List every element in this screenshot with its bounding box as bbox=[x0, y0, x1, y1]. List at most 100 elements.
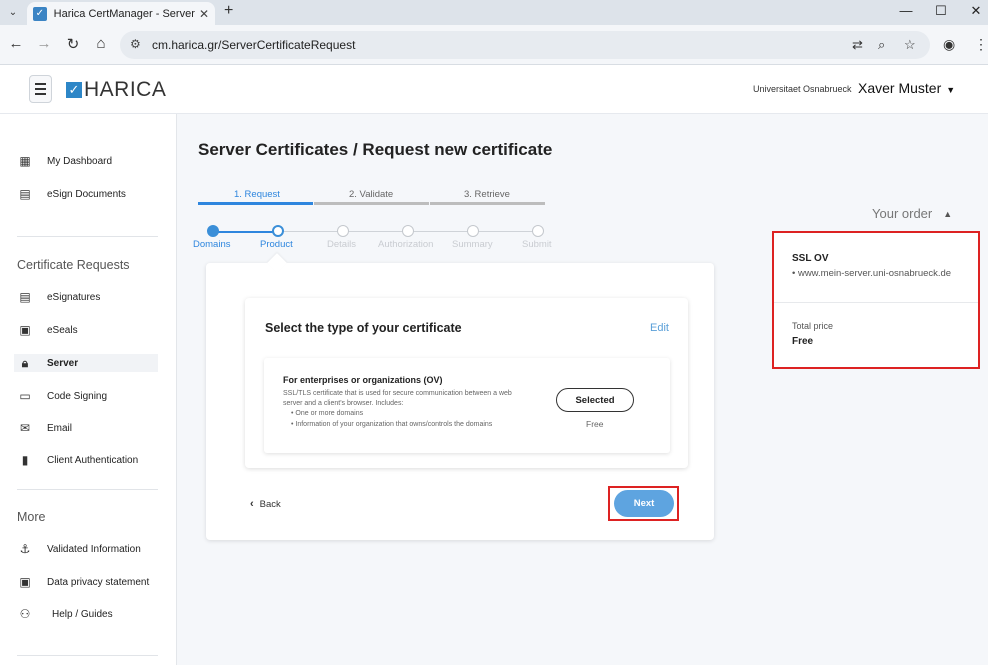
next-button[interactable]: Next bbox=[614, 490, 674, 517]
progress-label-domains[interactable]: Domains bbox=[193, 239, 231, 250]
user-menu[interactable]: Xaver Muster ▼ bbox=[858, 80, 955, 96]
edit-link[interactable]: Edit bbox=[650, 322, 669, 334]
section-title-requests: Certificate Requests bbox=[17, 258, 130, 272]
sidebar-item-label: eSeals bbox=[47, 324, 78, 336]
help-icon: ⚇ bbox=[19, 607, 31, 621]
sidebar-divider bbox=[17, 236, 158, 237]
window-close-icon[interactable]: ✕ bbox=[966, 3, 986, 19]
sidebar-item-server[interactable]: 🔒︎ Server bbox=[14, 354, 158, 372]
sidebar-item-label: Client Authentication bbox=[47, 454, 139, 466]
total-price-label: Total price bbox=[792, 321, 834, 331]
organization-name: Universitaet Osnabrueck bbox=[753, 84, 852, 94]
zoom-icon[interactable]: ⌕ bbox=[878, 37, 885, 53]
progress-dot-submit bbox=[532, 225, 544, 237]
card-title: Select the type of your certificate bbox=[265, 321, 462, 335]
sidebar-item-esign[interactable]: ▤ eSign Documents bbox=[18, 185, 126, 203]
tab-title: Harica CertManager - Server Ce bbox=[53, 7, 195, 20]
dashboard-icon: ▦ bbox=[19, 154, 31, 168]
logo-text: HARICA bbox=[84, 78, 167, 101]
sidebar-item-label: Data privacy statement bbox=[47, 576, 150, 588]
back-button[interactable]: ‹ Back bbox=[250, 498, 281, 510]
progress-dot-summary bbox=[467, 225, 479, 237]
privacy-icon: ▣ bbox=[19, 575, 31, 589]
sidebar-item-label: Server bbox=[47, 357, 79, 369]
progress-label-authorization: Authorization bbox=[378, 239, 434, 250]
sidebar-item-client-auth[interactable]: ▮ Client Authentication bbox=[18, 451, 138, 469]
logo-check-icon: ✓ bbox=[66, 82, 82, 98]
browser-tab-bar: ⌄ ✓ Harica CertManager - Server Ce ✕ + —… bbox=[0, 0, 988, 25]
sidebar-item-privacy[interactable]: ▣ Data privacy statement bbox=[18, 573, 149, 591]
option-price: Free bbox=[586, 419, 604, 429]
site-settings-icon[interactable]: ⚙ bbox=[130, 37, 141, 51]
tab-close-icon[interactable]: ✕ bbox=[199, 7, 209, 21]
harica-logo[interactable]: ✓ HARICA bbox=[66, 78, 166, 102]
sidebar-item-validated-info[interactable]: ⚓︎ Validated Information bbox=[18, 540, 141, 558]
reload-icon[interactable]: ↻ bbox=[63, 35, 83, 53]
sidebar-item-dashboard[interactable]: ▦ My Dashboard bbox=[18, 152, 112, 170]
maximize-icon[interactable]: ☐ bbox=[931, 3, 951, 19]
code-icon: ▭ bbox=[19, 389, 31, 403]
progress-line-done bbox=[213, 231, 279, 233]
profile-icon[interactable]: ◉ bbox=[943, 36, 955, 53]
sidebar-item-help[interactable]: ⚇ Help / Guides bbox=[18, 605, 113, 623]
selected-button[interactable]: Selected bbox=[556, 388, 634, 412]
tab-list-icon[interactable]: ⌄ bbox=[4, 3, 22, 21]
hamburger-menu-icon[interactable] bbox=[29, 75, 52, 103]
option-bullet: • One or more domains bbox=[291, 410, 364, 417]
sidebar-item-esignatures[interactable]: ▤ eSignatures bbox=[18, 288, 100, 306]
sidebar-item-code-signing[interactable]: ▭ Code Signing bbox=[18, 387, 107, 405]
address-bar-row: ← → ↻ ⌂ ⚙ cm.harica.gr/ServerCertificate… bbox=[0, 25, 988, 65]
progress-label-details: Details bbox=[327, 239, 357, 250]
progress-label-product[interactable]: Product bbox=[260, 239, 293, 250]
step-bar-active bbox=[198, 202, 313, 205]
sidebar-item-eseals[interactable]: ▣ eSeals bbox=[18, 321, 78, 339]
step-bar bbox=[314, 202, 429, 205]
step-validate[interactable]: 2. Validate bbox=[349, 189, 393, 200]
back-arrow-icon[interactable]: ← bbox=[6, 35, 26, 52]
browser-menu-icon[interactable]: ⋮ bbox=[974, 36, 988, 53]
anchor-icon: ⚓︎ bbox=[19, 542, 31, 556]
app-header: ✓ HARICA Universitaet Osnabrueck Xaver M… bbox=[0, 65, 988, 114]
home-icon[interactable]: ⌂ bbox=[91, 35, 111, 52]
progress-dot-domains[interactable] bbox=[207, 225, 219, 237]
omnibox[interactable]: ⚙ cm.harica.gr/ServerCertificateRequest … bbox=[120, 31, 930, 59]
order-divider bbox=[774, 302, 978, 303]
progress-dot-product[interactable] bbox=[272, 225, 284, 237]
forward-arrow-icon[interactable]: → bbox=[34, 35, 54, 52]
sidebar-item-label: eSign Documents bbox=[47, 188, 126, 200]
order-product: SSL OV bbox=[792, 253, 829, 264]
sidebar-item-label: Code Signing bbox=[47, 390, 108, 402]
sidebar-divider bbox=[17, 489, 158, 490]
url-text[interactable]: cm.harica.gr/ServerCertificateRequest bbox=[152, 38, 355, 52]
step-tabs: 1. Request 2. Validate 3. Retrieve bbox=[198, 187, 545, 205]
page-title: Server Certificates / Request new certif… bbox=[198, 140, 553, 159]
total-price-value: Free bbox=[792, 336, 814, 347]
esignature-icon: ▤ bbox=[19, 290, 31, 304]
sidebar-item-label: Email bbox=[47, 422, 73, 434]
chevron-left-icon: ‹ bbox=[250, 498, 254, 510]
step-request[interactable]: 1. Request bbox=[234, 189, 280, 200]
sidebar-item-label: eSignatures bbox=[47, 291, 101, 303]
option-title: For enterprises or organizations (OV) bbox=[283, 375, 443, 385]
chevron-up-icon: ▲ bbox=[943, 208, 953, 219]
progress-label-submit: Submit bbox=[522, 239, 552, 250]
lock-icon: 🔒︎ bbox=[21, 355, 29, 370]
browser-tab[interactable]: ✓ Harica CertManager - Server Ce ✕ bbox=[27, 2, 215, 25]
order-title: Your order bbox=[872, 206, 933, 221]
translate-icon[interactable]: ⇄ bbox=[852, 37, 863, 53]
eseal-icon: ▣ bbox=[19, 323, 31, 337]
minimize-icon[interactable]: — bbox=[896, 3, 916, 18]
step-retrieve[interactable]: 3. Retrieve bbox=[464, 189, 510, 200]
progress-stepper: Domains Product Details Authorization Su… bbox=[193, 224, 563, 254]
user-name: Xaver Muster bbox=[858, 80, 942, 96]
new-tab-icon[interactable]: + bbox=[224, 2, 233, 20]
order-toggle[interactable]: Your order ▲ bbox=[872, 206, 952, 221]
sidebar-item-email[interactable]: ✉ Email bbox=[18, 419, 72, 437]
sidebar-item-label: Help / Guides bbox=[52, 608, 113, 620]
progress-dot-details bbox=[337, 225, 349, 237]
sidebar-item-label: Validated Information bbox=[47, 543, 141, 555]
progress-dot-authorization bbox=[402, 225, 414, 237]
step-bar bbox=[430, 202, 545, 205]
bookmark-star-icon[interactable]: ☆ bbox=[904, 37, 916, 53]
option-bullet: • Information of your organization that … bbox=[291, 421, 493, 428]
